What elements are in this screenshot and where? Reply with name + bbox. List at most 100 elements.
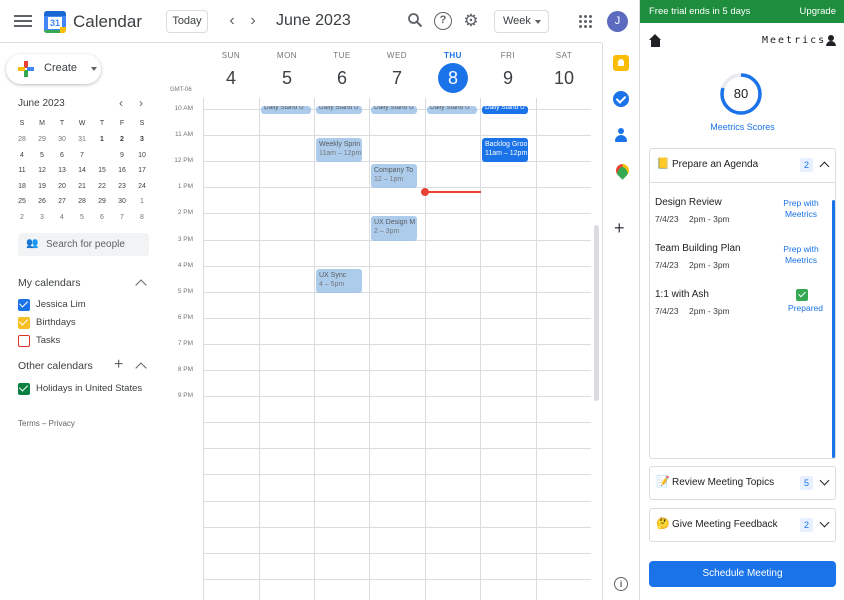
- mini-day[interactable]: 30: [52, 132, 72, 147]
- grid-scrollbar[interactable]: [594, 225, 599, 401]
- mini-day[interactable]: 22: [92, 179, 112, 194]
- mini-day[interactable]: 8: [92, 147, 112, 163]
- account-avatar[interactable]: J: [607, 11, 628, 32]
- mini-next-month-icon[interactable]: ›: [139, 96, 143, 110]
- mini-day[interactable]: 29: [92, 194, 112, 209]
- prep-with-meetrics-link[interactable]: Prep with Meetrics: [776, 244, 826, 266]
- user-icon[interactable]: [826, 35, 836, 46]
- mini-day[interactable]: 3: [132, 132, 152, 147]
- checkbox-icon[interactable]: [18, 383, 30, 395]
- mini-day[interactable]: 19: [32, 179, 52, 194]
- calendar-event[interactable]: Daily Stand U: [427, 105, 477, 114]
- mini-day[interactable]: 21: [72, 179, 92, 194]
- mini-day[interactable]: 20: [52, 179, 72, 194]
- day-number[interactable]: 9: [493, 63, 523, 93]
- agenda-meeting-item[interactable]: Team Building Plan 7/4/23 2pm - 3pm Prep wi…: [655, 243, 830, 287]
- next-week-icon[interactable]: ›: [244, 11, 262, 31]
- agenda-meeting-item[interactable]: 1:1 with Ash 7/4/23 2pm - 3pm Prepared: [655, 289, 830, 333]
- create-button[interactable]: Create: [6, 54, 101, 84]
- info-icon[interactable]: i: [614, 577, 628, 591]
- agenda-scrollbar[interactable]: [832, 200, 835, 458]
- calendar-event[interactable]: Daily Stand U: [482, 105, 528, 114]
- score-label[interactable]: Meetrics Scores: [640, 122, 844, 132]
- contacts-icon[interactable]: [613, 127, 629, 143]
- tasks-icon[interactable]: [613, 91, 629, 107]
- terms-privacy-links[interactable]: Terms – Privacy: [18, 419, 75, 428]
- agenda-meeting-item[interactable]: Design Review 7/4/23 2pm - 3pm Prep with Me…: [655, 197, 830, 241]
- day-number[interactable]: 7: [382, 63, 412, 93]
- day-header[interactable]: TUE 6: [314, 51, 370, 93]
- day-header[interactable]: FRI 9: [480, 51, 536, 93]
- day-header[interactable]: SAT 10: [536, 51, 592, 93]
- view-select[interactable]: Week: [494, 10, 549, 33]
- calendar-event[interactable]: UX Sync 4 – 5pm: [316, 268, 362, 293]
- day-number[interactable]: 8: [438, 63, 468, 93]
- checkbox-icon[interactable]: [18, 299, 30, 311]
- mini-day[interactable]: 2: [12, 210, 32, 225]
- day-header[interactable]: THU 8: [425, 51, 481, 93]
- mini-day[interactable]: 4: [52, 210, 72, 225]
- mini-day[interactable]: 10: [132, 148, 152, 163]
- mini-day[interactable]: 27: [52, 194, 72, 209]
- mini-day[interactable]: 11: [12, 163, 32, 178]
- calendar-event[interactable]: Weekly Sprin 11am – 12pm: [316, 138, 362, 163]
- prep-with-meetrics-link[interactable]: Prep with Meetrics: [776, 198, 826, 220]
- day-header[interactable]: WED 7: [369, 51, 425, 93]
- mini-day[interactable]: 7: [72, 148, 92, 163]
- chevron-down-icon[interactable]: [819, 517, 830, 528]
- mini-day[interactable]: 5: [32, 148, 52, 163]
- mini-day[interactable]: 18: [12, 179, 32, 194]
- mini-day[interactable]: 6: [92, 210, 112, 225]
- help-icon[interactable]: ?: [434, 12, 452, 30]
- maps-icon[interactable]: [613, 163, 629, 179]
- mini-day[interactable]: 9: [112, 148, 132, 163]
- settings-gear-icon[interactable]: ⚙: [462, 12, 480, 30]
- add-addon-icon[interactable]: +: [614, 219, 625, 237]
- mini-day[interactable]: 2: [112, 132, 132, 147]
- calendar-event[interactable]: Backlog Groo 11am – 12pm: [482, 138, 528, 163]
- mini-day[interactable]: 6: [52, 148, 72, 163]
- day-number[interactable]: 6: [327, 63, 357, 93]
- mini-day[interactable]: 31: [72, 132, 92, 147]
- feedback-section[interactable]: 🤔 Give Meeting Feedback 2: [649, 508, 836, 542]
- chevron-up-icon[interactable]: [819, 161, 830, 172]
- apps-grid-icon[interactable]: [579, 15, 592, 28]
- mini-day[interactable]: 30: [112, 194, 132, 209]
- calendar-event[interactable]: Daily Stand U: [261, 105, 311, 114]
- mini-day[interactable]: 1: [132, 194, 152, 209]
- mini-day[interactable]: 15: [92, 163, 112, 178]
- previous-week-icon[interactable]: ‹: [223, 11, 241, 31]
- calendar-event[interactable]: Daily Stand U: [371, 105, 417, 114]
- chevron-down-icon[interactable]: [819, 475, 830, 486]
- keep-icon[interactable]: [613, 55, 629, 71]
- chevron-up-icon[interactable]: [135, 279, 147, 291]
- day-number[interactable]: 10: [549, 63, 579, 93]
- mini-day[interactable]: 26: [32, 194, 52, 209]
- checkbox-icon[interactable]: [18, 335, 30, 347]
- calendar-event[interactable]: Company To 12 – 1pm: [371, 164, 417, 189]
- feedback-section-header[interactable]: 🤔 Give Meeting Feedback 2: [650, 509, 835, 541]
- my-calendars-title[interactable]: My calendars: [18, 277, 80, 289]
- topics-section[interactable]: 📝 Review Meeting Topics 5: [649, 466, 836, 500]
- mini-day[interactable]: 28: [72, 194, 92, 209]
- mini-day[interactable]: 16: [112, 163, 132, 178]
- search-icon[interactable]: [406, 12, 424, 30]
- day-header[interactable]: MON 5: [259, 51, 315, 93]
- mini-day[interactable]: 24: [132, 179, 152, 194]
- home-icon[interactable]: [649, 34, 662, 47]
- mini-day[interactable]: 7: [112, 210, 132, 225]
- mini-day[interactable]: 5: [72, 210, 92, 225]
- mini-prev-month-icon[interactable]: ‹: [119, 96, 123, 110]
- other-calendars-title[interactable]: Other calendars: [18, 360, 93, 372]
- main-menu-icon[interactable]: [13, 12, 33, 30]
- calendar-event[interactable]: UX Design M2 – 3pm: [371, 216, 417, 241]
- mini-day[interactable]: 3: [32, 210, 52, 225]
- mini-day[interactable]: 8: [132, 210, 152, 225]
- mini-day[interactable]: 4: [12, 148, 32, 163]
- checkbox-icon[interactable]: [18, 317, 30, 329]
- agenda-section-header[interactable]: 📒 Prepare an Agenda 2: [650, 149, 835, 181]
- upgrade-link[interactable]: Upgrade: [800, 0, 836, 23]
- mini-day[interactable]: 12: [32, 163, 52, 178]
- today-button[interactable]: Today: [166, 10, 208, 33]
- mini-day[interactable]: 13: [52, 163, 72, 178]
